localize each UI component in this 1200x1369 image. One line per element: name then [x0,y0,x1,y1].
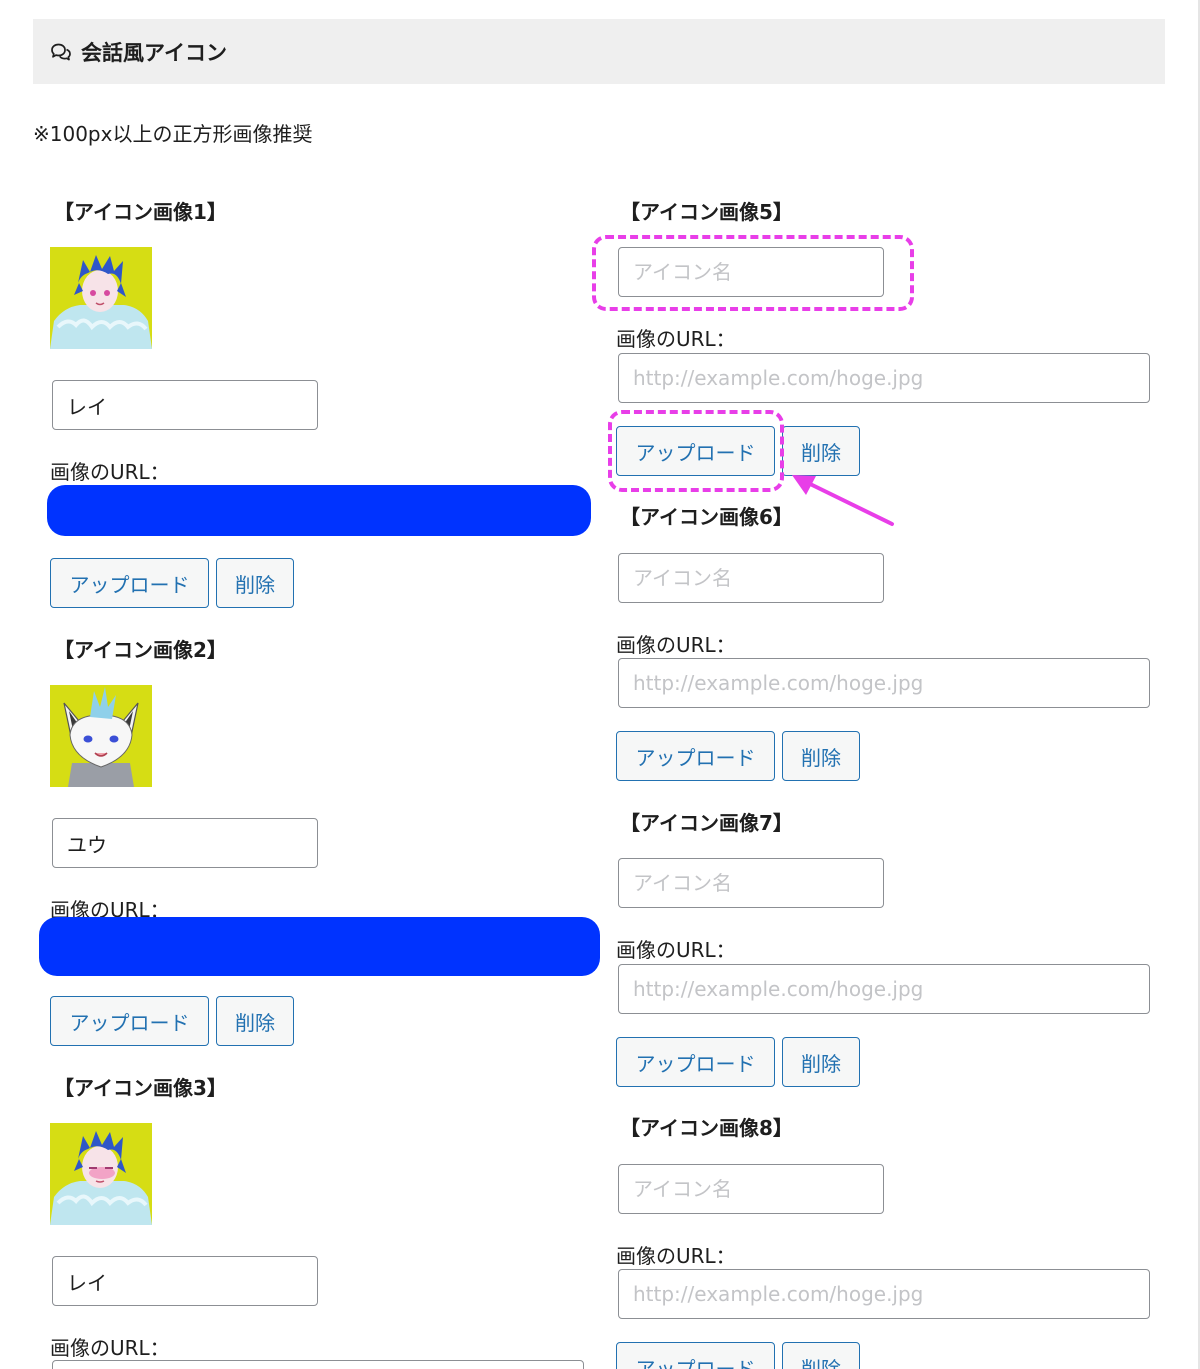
icon-8-url-label: 画像のURL： [616,1244,736,1268]
icon-8-upload-button[interactable]: アップロード [616,1342,775,1369]
icon-2-delete-button[interactable]: 削除 [216,996,294,1046]
icon-2-title: 【アイコン画像2】 [54,638,227,662]
icon-2-url-redacted [39,917,600,976]
icon-3-url-input[interactable] [52,1360,584,1369]
icon-1-url-redacted [47,485,591,536]
icon-7-url-input[interactable] [618,964,1150,1014]
icon-6-title: 【アイコン画像6】 [620,505,793,529]
icon-6-upload-button[interactable]: アップロード [616,731,775,781]
icon-5-delete-button[interactable]: 削除 [782,426,860,476]
icon-5-title: 【アイコン画像5】 [620,200,793,224]
icon-7-name-input[interactable] [618,858,884,908]
icon-5-name-input[interactable] [618,247,884,297]
icon-6-url-input[interactable] [618,658,1150,708]
icon-3-url-label: 画像のURL： [50,1336,170,1360]
image-size-note: ※100px以上の正方形画像推奨 [33,122,313,146]
icon-2-name-input[interactable] [52,818,318,868]
icon-8-title: 【アイコン画像8】 [620,1116,793,1140]
icon-8-delete-button[interactable]: 削除 [782,1342,860,1369]
icon-5-url-label: 画像のURL： [616,327,736,351]
icon-1-upload-button[interactable]: アップロード [50,558,209,608]
section-header: 会話風アイコン [33,19,1165,84]
icon-3-title: 【アイコン画像3】 [54,1076,227,1100]
icon-8-url-input[interactable] [618,1269,1150,1319]
icon-2-preview [50,685,152,787]
icon-8-name-input[interactable] [618,1164,884,1214]
icon-5-upload-button[interactable]: アップロード [616,426,775,476]
icon-1-delete-button[interactable]: 削除 [216,558,294,608]
icon-3-name-input[interactable] [52,1256,318,1306]
character-rei-image [50,247,152,349]
icon-7-title: 【アイコン画像7】 [620,811,793,835]
icon-6-delete-button[interactable]: 削除 [782,731,860,781]
icon-6-name-input[interactable] [618,553,884,603]
pointer-arrow-icon [792,475,894,526]
icon-7-url-label: 画像のURL： [616,938,736,962]
icon-5-url-input[interactable] [618,353,1150,403]
icon-7-upload-button[interactable]: アップロード [616,1037,775,1087]
character-yuu-image [50,685,152,787]
icon-1-title: 【アイコン画像1】 [54,200,227,224]
section-title: 会話風アイコン [81,40,227,65]
speech-bubbles-icon [51,43,71,60]
icon-1-preview [50,247,152,349]
icon-2-upload-button[interactable]: アップロード [50,996,209,1046]
icon-1-name-input[interactable] [52,380,318,430]
icon-1-url-label: 画像のURL： [50,460,170,484]
page: 会話風アイコン ※100px以上の正方形画像推奨 【アイコン画像1】 画像のUR… [0,0,1200,1369]
character-rei-blush-image [50,1123,152,1225]
icon-7-delete-button[interactable]: 削除 [782,1037,860,1087]
icon-6-url-label: 画像のURL： [616,633,736,657]
icon-3-preview [50,1123,152,1225]
